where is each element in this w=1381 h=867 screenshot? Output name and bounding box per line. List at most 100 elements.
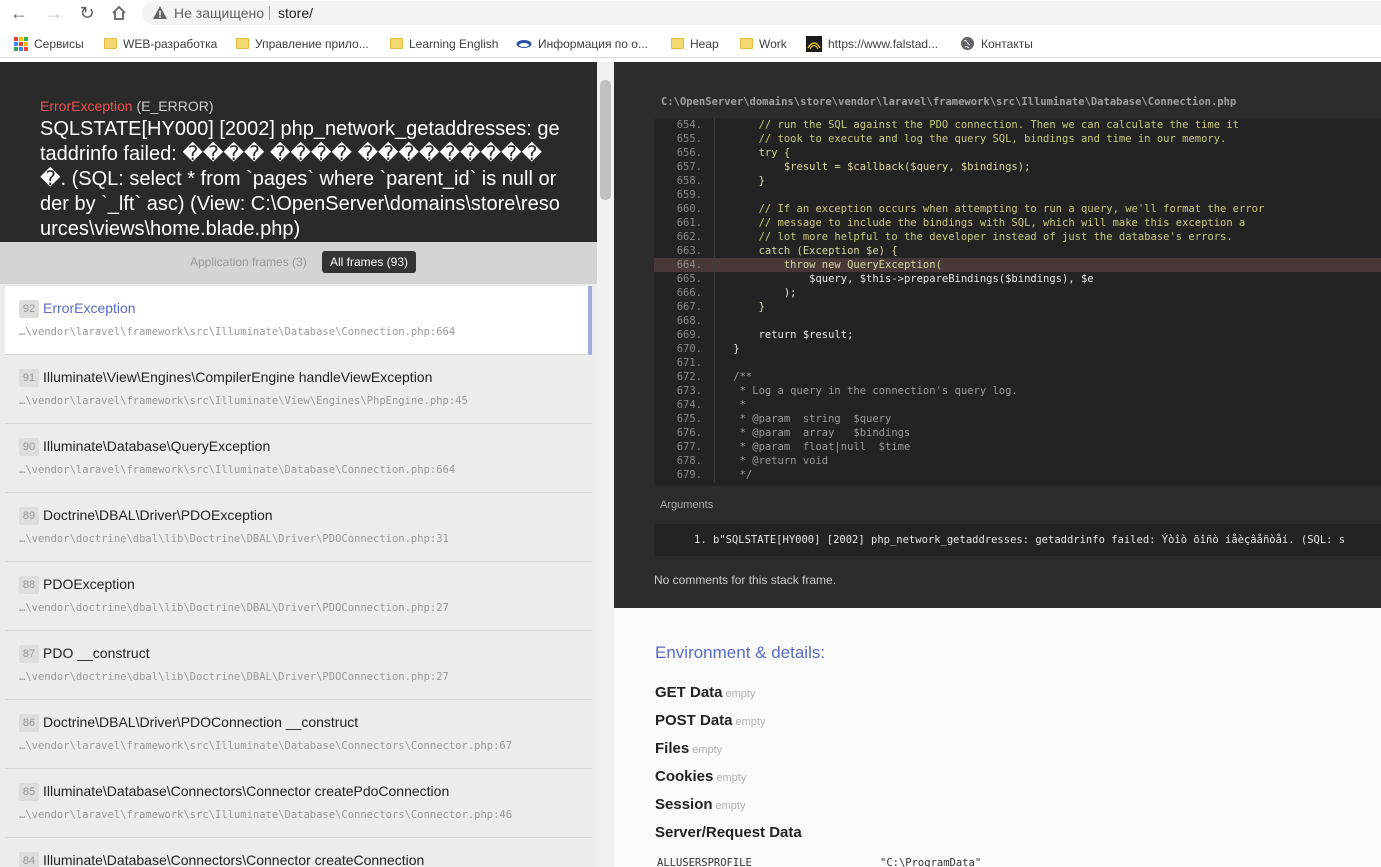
session-section: Session empty <box>655 796 746 813</box>
code-line: 672. /** <box>654 370 1381 384</box>
line-separator <box>714 454 715 468</box>
frame-file: …\vendor\doctrine\dbal\lib\Doctrine\DBAL… <box>19 671 449 683</box>
line-source: // lot more helpful to the developer ins… <box>708 231 1233 243</box>
line-number: 678. <box>676 455 702 467</box>
code-line: 675. * @param string $query <box>654 412 1381 426</box>
line-separator <box>714 398 715 412</box>
frames-filter: Application frames (3) All frames (93) <box>0 242 597 284</box>
line-source: return $result; <box>708 329 854 341</box>
folder-icon <box>740 38 753 50</box>
line-number: 676. <box>676 427 702 439</box>
frame-index: 86 <box>19 714 39 732</box>
scrollbar-thumb[interactable] <box>600 80 611 200</box>
bookmark-app-management[interactable]: Управление прило... <box>236 36 369 52</box>
line-separator <box>714 426 715 440</box>
line-number: 667. <box>676 301 702 313</box>
browser-toolbar: ← → ↻ Не защищено store/ <box>0 0 1381 26</box>
server-var-key: ALLUSERSPROFILE <box>657 857 752 867</box>
forward-arrow-icon[interactable]: → <box>43 3 65 23</box>
line-number: 657. <box>676 161 702 173</box>
line-number: 660. <box>676 203 702 215</box>
apps-grid-icon <box>14 36 28 51</box>
bookmark-web-dev[interactable]: WEB-разработка <box>104 36 217 52</box>
line-separator <box>714 328 715 342</box>
line-separator <box>714 370 715 384</box>
frame-file: …\vendor\laravel\framework\src\Illuminat… <box>19 464 456 476</box>
line-source: } <box>708 175 765 187</box>
code-block: 654. // run the SQL against the PDO conn… <box>654 118 1381 486</box>
stack-frames-panel: ErrorException (E_ERROR) SQLSTATE[HY000]… <box>0 62 597 867</box>
arguments-title: Arguments <box>660 499 714 511</box>
folder-icon <box>236 38 249 50</box>
reload-icon[interactable]: ↻ <box>76 3 98 23</box>
line-source: * @return void <box>708 455 829 467</box>
line-source: * @param float|null $time <box>708 441 911 453</box>
stack-frame[interactable]: 91 Illuminate\View\Engines\CompilerEngin… <box>5 355 592 424</box>
server-var-value: "C:\ProgramData" <box>880 857 982 867</box>
frame-index: 89 <box>19 507 39 525</box>
application-frames-toggle[interactable]: Application frames (3) <box>190 255 307 269</box>
bookmark-info[interactable]: Информация по о... <box>516 36 648 52</box>
home-icon[interactable] <box>108 3 130 23</box>
code-line: 656. try { <box>654 146 1381 160</box>
bookmark-contacts[interactable]: Контакты <box>960 36 1033 52</box>
frame-class: Doctrine\DBAL\Driver\PDOException <box>43 507 273 523</box>
line-source: try { <box>708 147 791 159</box>
line-number: 654. <box>676 119 702 131</box>
bookmark-learning-english[interactable]: Learning English <box>390 36 498 52</box>
code-line: 668. <box>654 314 1381 328</box>
code-line: 671. <box>654 356 1381 370</box>
code-line: 677. * @param float|null $time <box>654 440 1381 454</box>
line-number: 669. <box>676 329 702 341</box>
globe-icon <box>960 36 975 51</box>
line-separator <box>714 356 715 370</box>
line-source: catch (Exception $e) { <box>708 245 898 257</box>
address-bar[interactable]: Не защищено store/ <box>142 1 1381 25</box>
stack-frame[interactable]: 87 PDO __construct …\vendor\doctrine\dba… <box>5 631 592 700</box>
line-source: $result = $callback($query, $bindings); <box>708 161 1031 173</box>
stack-frame[interactable]: 85 Illuminate\Database\Connectors\Connec… <box>5 769 592 838</box>
url-text[interactable]: store/ <box>278 5 313 21</box>
frame-file: …\vendor\doctrine\dbal\lib\Doctrine\DBAL… <box>19 533 449 545</box>
frame-index: 88 <box>19 576 39 594</box>
bookmark-work[interactable]: Work <box>740 36 787 52</box>
line-separator <box>714 188 715 202</box>
stack-frame[interactable]: 86 Doctrine\DBAL\Driver\PDOConnection __… <box>5 700 592 769</box>
back-arrow-icon[interactable]: ← <box>8 3 30 23</box>
code-line: 676. * @param array $bindings <box>654 426 1381 440</box>
line-separator <box>714 216 715 230</box>
line-separator <box>714 174 715 188</box>
file-path[interactable]: C:\OpenServer\domains\store\vendor\larav… <box>661 96 1236 108</box>
url-divider <box>269 6 270 20</box>
line-separator <box>714 286 715 300</box>
code-line: 669. return $result; <box>654 328 1381 342</box>
line-number: 665. <box>676 273 702 285</box>
bookmark-heap[interactable]: Heap <box>671 36 719 52</box>
code-line: 659. <box>654 188 1381 202</box>
code-line: 660. // If an exception occurs when atte… <box>654 202 1381 216</box>
bookmark-services[interactable]: Сервисы <box>14 36 84 52</box>
stack-frame[interactable]: 89 Doctrine\DBAL\Driver\PDOException …\v… <box>5 493 592 562</box>
frame-class: Illuminate\Database\QueryException <box>43 438 271 454</box>
stack-frame[interactable]: 88 PDOException …\vendor\doctrine\dbal\l… <box>5 562 592 631</box>
code-line: 679. */ <box>654 468 1381 482</box>
get-data-section: GET Data empty <box>655 684 756 701</box>
line-source: * Log a query in the connection's query … <box>708 385 1018 397</box>
bookmark-falstad[interactable]: https://www.falstad... <box>806 36 938 52</box>
line-number: 675. <box>676 413 702 425</box>
folder-icon <box>104 38 117 50</box>
line-source: // run the SQL against the PDO connectio… <box>708 119 1240 131</box>
stack-frame[interactable]: 84 Illuminate\Database\Connectors\Connec… <box>5 838 592 867</box>
stack-frame[interactable]: 92 ErrorException …\vendor\laravel\frame… <box>5 286 592 355</box>
warning-icon <box>153 6 167 19</box>
stack-frame[interactable]: 90 Illuminate\Database\QueryException …\… <box>5 424 592 493</box>
exception-message: SQLSTATE[HY000] [2002] php_network_getad… <box>40 118 560 240</box>
code-line: 665. $query, $this->prepareBindings($bin… <box>654 272 1381 286</box>
frames-scrollbar[interactable] <box>597 62 614 867</box>
arguments-box: 1. b"SQLSTATE[HY000] [2002] php_network_… <box>654 524 1381 556</box>
line-separator <box>714 258 715 272</box>
line-number: 677. <box>676 441 702 453</box>
line-source: ); <box>708 287 797 299</box>
line-source: } <box>708 343 740 355</box>
all-frames-toggle[interactable]: All frames (93) <box>322 251 417 273</box>
